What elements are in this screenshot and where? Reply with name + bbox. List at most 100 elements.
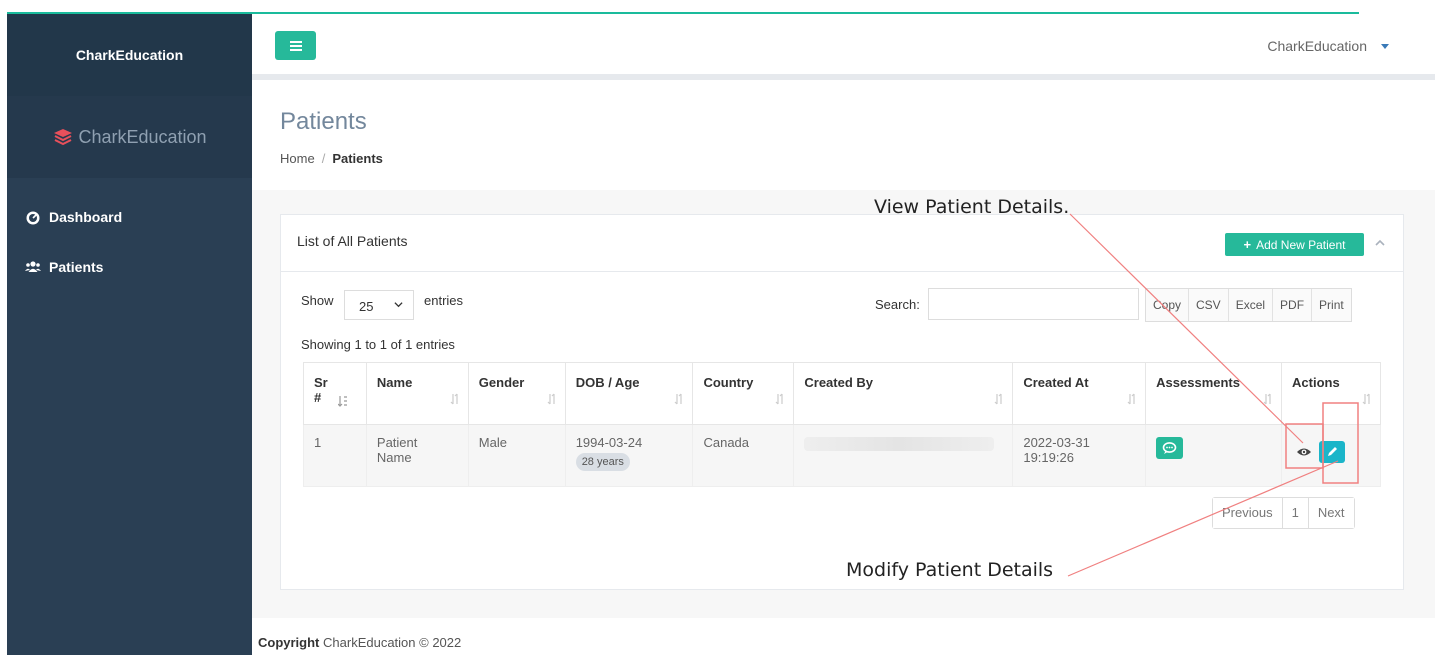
header-sr[interactable]: Sr # bbox=[303, 362, 367, 425]
entries-label: entries bbox=[424, 293, 464, 308]
sort-icon bbox=[450, 393, 458, 405]
sidebar: CharkEducation CharkEducation Dashboard bbox=[7, 14, 252, 655]
add-new-patient-button[interactable]: + Add New Patient bbox=[1225, 233, 1364, 256]
header-actions[interactable]: Actions bbox=[1281, 362, 1381, 425]
entries-select[interactable]: 25 bbox=[344, 290, 414, 320]
tachometer-icon bbox=[26, 211, 40, 225]
annotation-modify-label: Modify Patient Details bbox=[846, 559, 1054, 581]
pagination-previous[interactable]: Previous bbox=[1213, 498, 1283, 528]
cell-dob: 1994-03-24 28 years bbox=[564, 424, 694, 487]
sort-icon bbox=[1263, 393, 1271, 405]
brand-logo[interactable]: CharkEducation bbox=[7, 96, 252, 178]
sort-icon bbox=[547, 393, 555, 405]
edit-patient-button[interactable] bbox=[1319, 441, 1346, 463]
sidebar-item-patients[interactable]: Patients bbox=[7, 242, 252, 292]
search-input[interactable] bbox=[928, 288, 1139, 320]
panel-divider bbox=[281, 271, 1403, 272]
age-badge: 28 years bbox=[575, 453, 630, 471]
sort-icon bbox=[1362, 393, 1370, 405]
breadcrumb-current: Patients bbox=[332, 151, 383, 166]
cell-name-line1: Patient bbox=[376, 435, 418, 450]
redacted-creator bbox=[804, 437, 995, 451]
footer-copyright: Copyright CharkEducation © 2022 bbox=[258, 635, 461, 650]
cell-created-at: 2022-03-31 19:19:26 bbox=[1012, 424, 1147, 487]
entries-select-value: 25 bbox=[359, 299, 374, 314]
cell-country: Canada bbox=[692, 424, 795, 487]
header-actions-label: Actions bbox=[1292, 375, 1340, 390]
cell-sr: 1 bbox=[303, 424, 367, 487]
header-name-label: Name bbox=[376, 375, 413, 390]
eye-icon bbox=[1297, 448, 1312, 456]
header-gender[interactable]: Gender bbox=[467, 362, 566, 425]
plus-icon: + bbox=[1243, 237, 1252, 252]
sidebar-item-dashboard[interactable]: Dashboard bbox=[7, 192, 252, 242]
cell-gender: Male bbox=[467, 424, 566, 487]
copy-button[interactable]: Copy bbox=[1146, 289, 1190, 321]
comment-icon bbox=[1162, 442, 1177, 454]
sort-icon bbox=[675, 393, 683, 405]
header-assessments-label: Assessments bbox=[1156, 375, 1240, 390]
chevron-down-icon bbox=[394, 302, 403, 308]
table-header-row: Sr # Name Gender DOB / Age Country Creat… bbox=[303, 362, 1381, 425]
header-created-at[interactable]: Created At bbox=[1012, 362, 1147, 425]
breadcrumb-separator: / bbox=[321, 151, 326, 166]
patients-table: Sr # Name Gender DOB / Age Country Creat… bbox=[303, 362, 1381, 487]
header-gender-label: Gender bbox=[478, 375, 525, 390]
header-dob-label: DOB / Age bbox=[575, 375, 640, 390]
excel-button[interactable]: Excel bbox=[1228, 289, 1274, 321]
sort-asc-icon bbox=[338, 396, 347, 407]
sidebar-nav: Dashboard Patients bbox=[7, 178, 252, 292]
panel-title: List of All Patients bbox=[297, 233, 408, 249]
sort-icon bbox=[1127, 393, 1135, 405]
table-row: 1 Patient Name Male 1994-03-24 28 years … bbox=[303, 424, 1381, 487]
main-content: Patients Home / Patients List of All Patie… bbox=[252, 86, 1435, 655]
header-assessments[interactable]: Assessments bbox=[1145, 362, 1283, 425]
sidebar-item-label: Patients bbox=[49, 259, 104, 275]
brand-title-text: CharkEducation bbox=[75, 47, 184, 63]
pagination-page-1[interactable]: 1 bbox=[1282, 498, 1309, 528]
patients-panel: List of All Patients + Add New Patient S… bbox=[280, 214, 1404, 590]
caret-down-icon[interactable] bbox=[1381, 44, 1389, 49]
chevron-up-icon[interactable] bbox=[1375, 238, 1385, 248]
cell-created-at-date: 2022-03-31 bbox=[1023, 435, 1090, 450]
header-country[interactable]: Country bbox=[692, 362, 795, 425]
annotation-view-label: View Patient Details. bbox=[874, 196, 1070, 218]
add-new-patient-label: Add New Patient bbox=[1256, 237, 1346, 252]
cell-name: Patient Name bbox=[365, 424, 469, 487]
cell-assessments bbox=[1145, 424, 1283, 487]
brand-title[interactable]: CharkEducation bbox=[7, 14, 252, 96]
header-dob[interactable]: DOB / Age bbox=[564, 362, 694, 425]
layers-logo-icon bbox=[54, 129, 73, 146]
footer-copyright-bold: Copyright bbox=[258, 635, 320, 650]
header-country-label: Country bbox=[703, 375, 754, 390]
header-created-by[interactable]: Created By bbox=[793, 362, 1014, 425]
breadcrumb-home[interactable]: Home bbox=[280, 151, 315, 166]
user-menu[interactable]: CharkEducation bbox=[1267, 38, 1367, 54]
cell-dob-date: 1994-03-24 bbox=[575, 435, 643, 450]
header-name[interactable]: Name bbox=[365, 362, 469, 425]
print-button[interactable]: Print bbox=[1312, 289, 1351, 321]
cell-name-line2: Name bbox=[376, 450, 412, 465]
export-buttons: Copy CSV Excel PDF Print bbox=[1145, 288, 1352, 322]
cell-created-by bbox=[793, 424, 1014, 487]
sort-icon bbox=[994, 393, 1002, 405]
header-created-by-label: Created By bbox=[804, 375, 874, 390]
page-header: Patients Home / Patients bbox=[252, 86, 1435, 190]
sidebar-item-label: Dashboard bbox=[49, 209, 123, 225]
sort-icon bbox=[775, 393, 783, 405]
pagination-next[interactable]: Next bbox=[1308, 498, 1354, 528]
view-patient-button[interactable] bbox=[1292, 441, 1316, 463]
pagination: Previous 1 Next bbox=[1212, 497, 1355, 529]
header-sr-line1: Sr bbox=[314, 375, 328, 390]
menu-toggle-button[interactable] bbox=[275, 31, 316, 60]
top-navbar: CharkEducation bbox=[252, 14, 1435, 80]
footer-copyright-rest: CharkEducation © 2022 bbox=[323, 635, 462, 650]
csv-button[interactable]: CSV bbox=[1189, 289, 1229, 321]
footer: Copyright CharkEducation © 2022 bbox=[252, 618, 1435, 655]
breadcrumb: Home / Patients bbox=[280, 151, 383, 166]
page-title: Patients bbox=[280, 108, 367, 135]
pdf-button[interactable]: PDF bbox=[1273, 289, 1313, 321]
users-icon bbox=[25, 261, 41, 272]
cell-created-at-time: 19:19:26 bbox=[1023, 450, 1074, 465]
assessments-button[interactable] bbox=[1156, 437, 1184, 459]
